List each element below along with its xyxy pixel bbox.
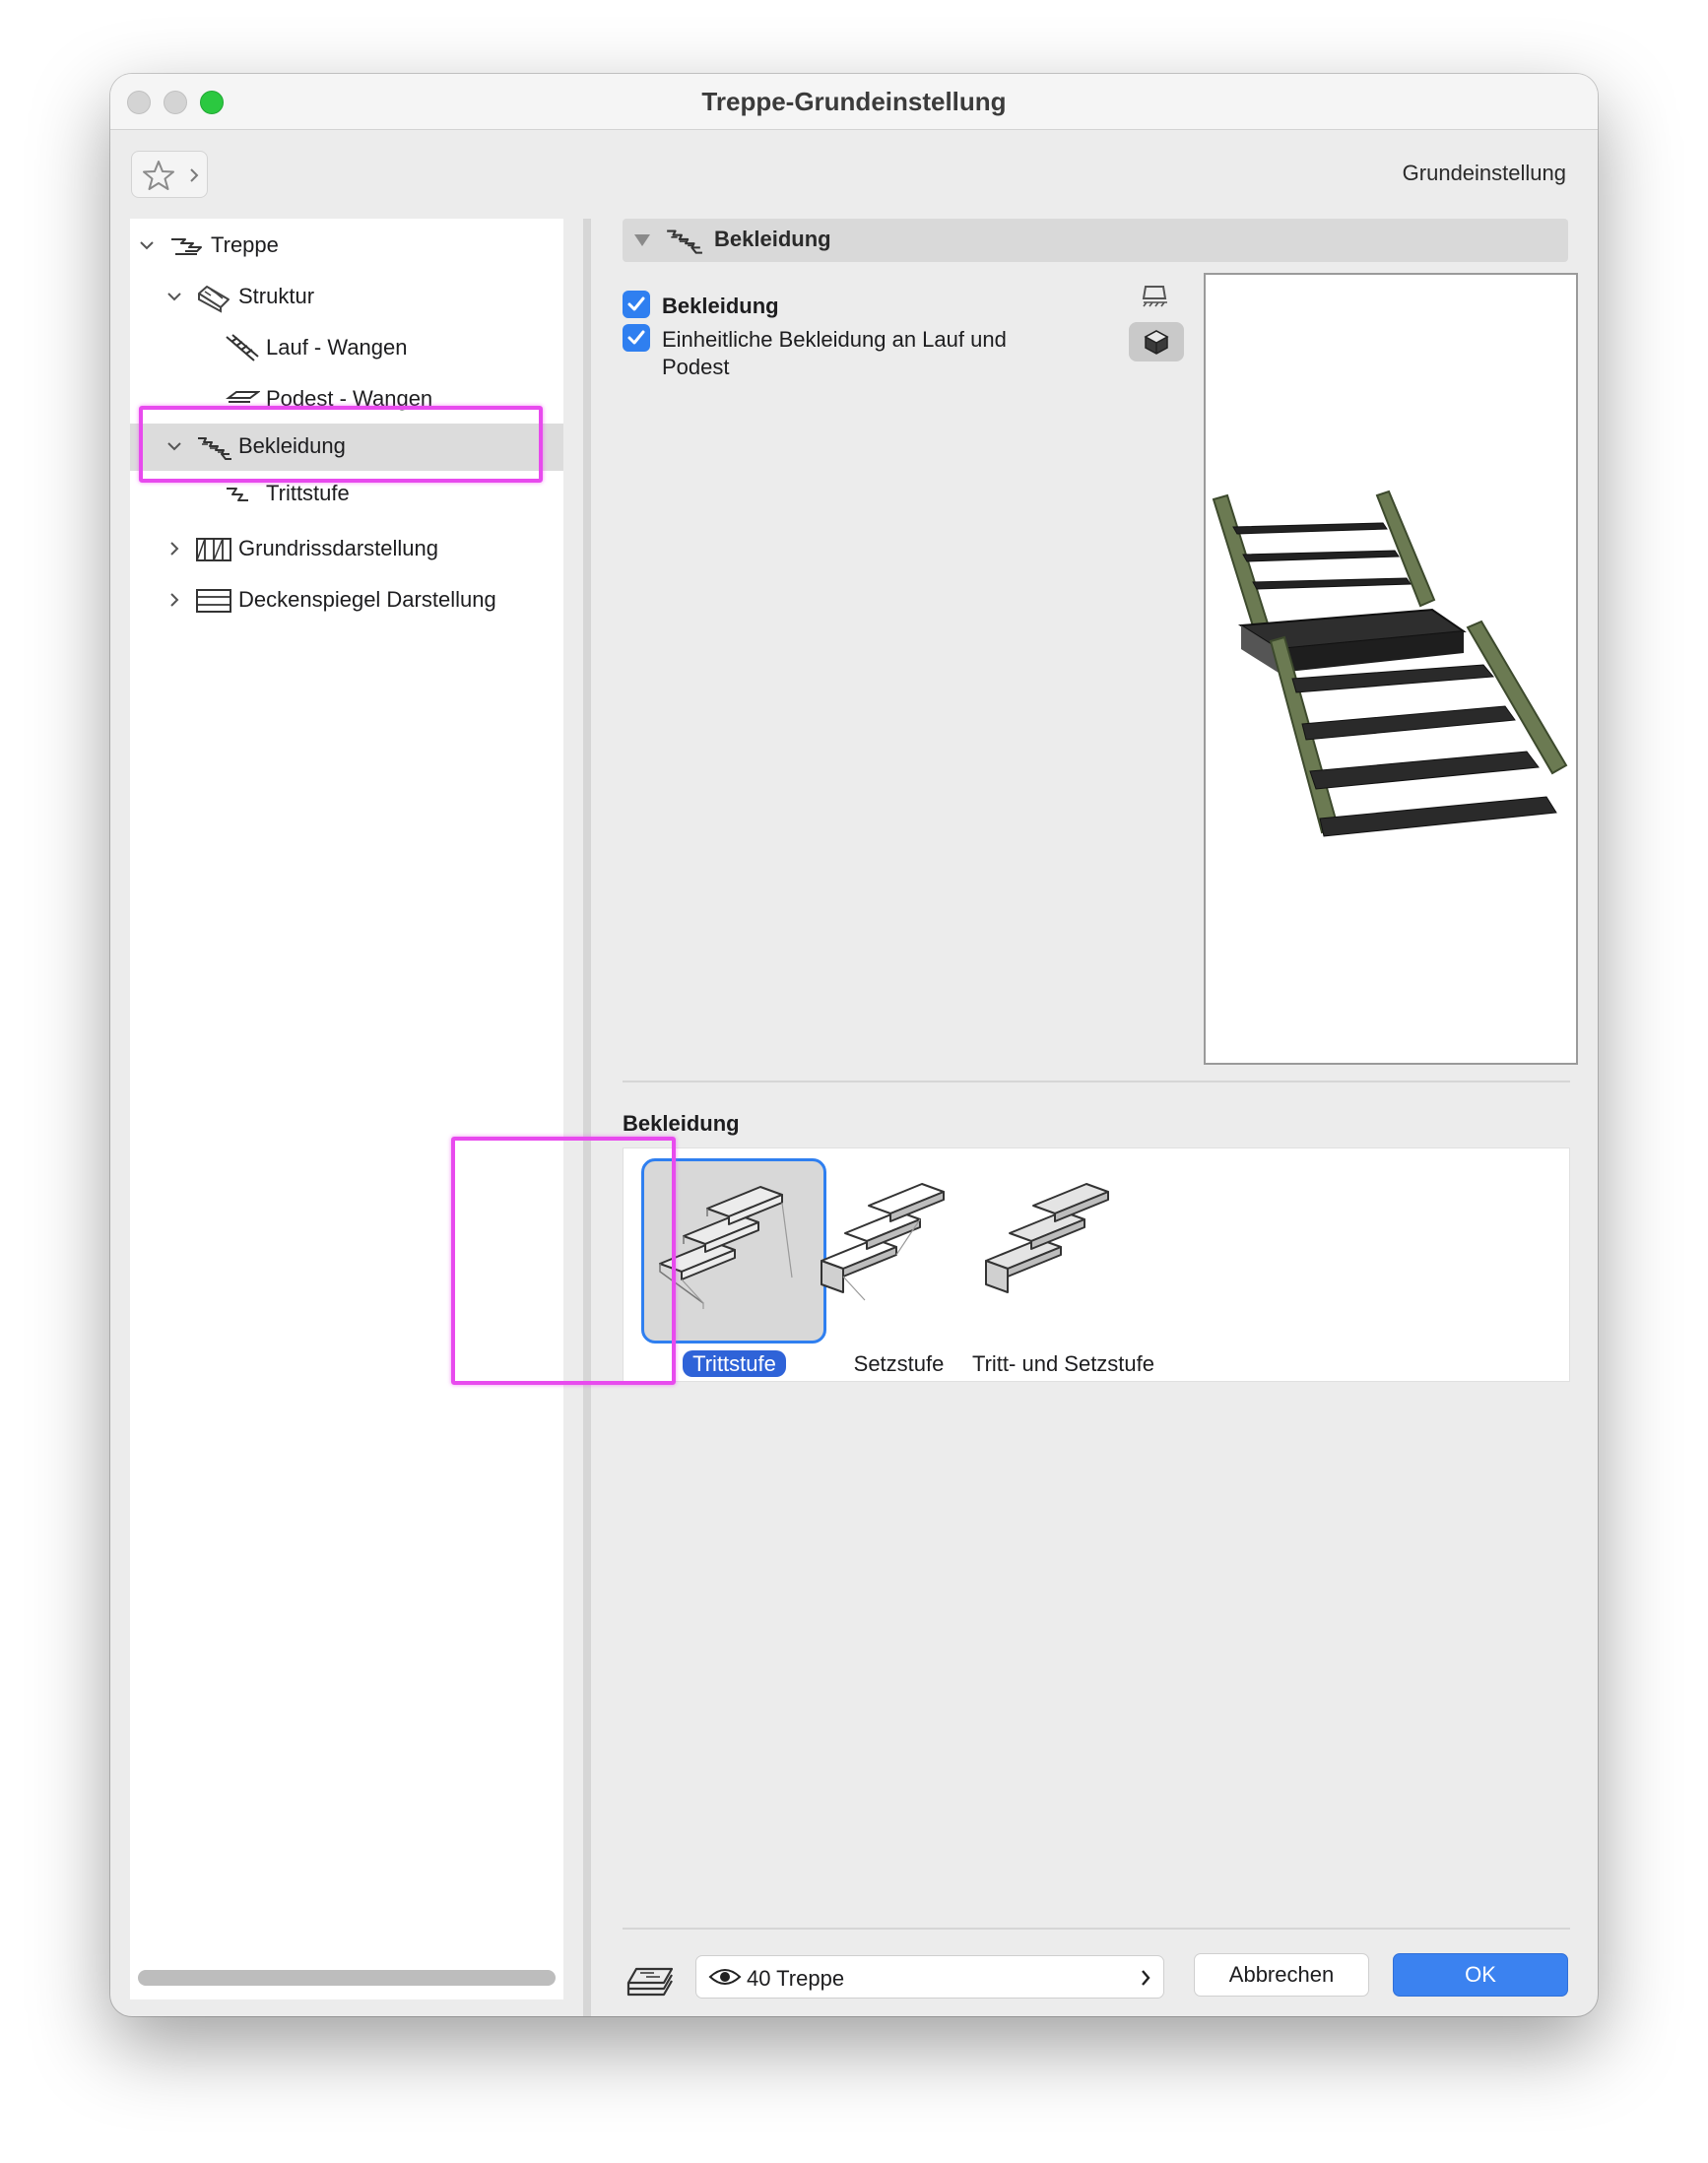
tree-item-label: Trittstufe bbox=[266, 481, 350, 505]
structure-icon bbox=[198, 286, 230, 313]
uniform-finish-label-line2: Podest bbox=[662, 355, 730, 379]
tree-item-deckenspiegel[interactable]: Deckenspiegel Darstellung bbox=[130, 577, 563, 624]
tree-horizontal-scrollbar[interactable] bbox=[138, 1970, 556, 1986]
chevron-down-icon[interactable] bbox=[164, 435, 185, 457]
chevron-right-icon[interactable] bbox=[164, 538, 185, 559]
landing-stringers-icon bbox=[226, 391, 260, 403]
chevron-down-icon[interactable] bbox=[164, 286, 185, 307]
tree-item-label: Bekleidung bbox=[238, 433, 346, 458]
finish-option-tritt-setzstufe[interactable]: Tritt- und Setzstufe bbox=[953, 1148, 1154, 1383]
checkmark-icon bbox=[627, 330, 645, 345]
section-title: Bekleidung bbox=[714, 227, 831, 251]
tree-item-label: Deckenspiegel Darstellung bbox=[238, 587, 496, 612]
finish-checkbox-label: Bekleidung bbox=[662, 294, 779, 318]
chevron-right-icon bbox=[190, 168, 199, 182]
tree-item-trittstufe[interactable]: Trittstufe bbox=[130, 471, 563, 518]
finish-option-label: Trittstufe bbox=[683, 1350, 786, 1377]
tread-icon bbox=[227, 488, 248, 501]
tree-item-podest-wangen[interactable]: Podest - Wangen bbox=[130, 376, 563, 424]
uniform-finish-label-line1: Einheitliche Bekleidung an Lauf und bbox=[662, 327, 1007, 352]
tree-item-label: Struktur bbox=[238, 284, 315, 308]
finish-icon bbox=[198, 437, 231, 460]
tree-item-label: Podest - Wangen bbox=[266, 386, 433, 411]
window-title: Treppe-Grundeinstellung bbox=[701, 87, 1007, 116]
chevron-right-icon[interactable] bbox=[164, 589, 185, 611]
layer-icon bbox=[626, 1967, 674, 1997]
3d-view-button[interactable] bbox=[1129, 322, 1184, 361]
checkmark-icon bbox=[627, 296, 645, 311]
settings-dialog: Treppe-Grundeinstellung Grundeinstellung… bbox=[110, 74, 1598, 2016]
floor-plan-icon bbox=[196, 538, 231, 561]
finish-checkbox-row[interactable]: Bekleidung bbox=[623, 291, 1076, 320]
uniform-finish-checkbox[interactable] bbox=[623, 324, 650, 352]
chevron-down-icon[interactable] bbox=[136, 234, 158, 256]
section-header-bekleidung[interactable]: Bekleidung bbox=[623, 219, 1568, 262]
finish-type-selector: Trittstufe Setzstufe Tritt- und Setzstuf… bbox=[623, 1147, 1570, 1382]
finish-type-group-label: Bekleidung bbox=[623, 1111, 740, 1136]
cube-icon bbox=[1144, 330, 1169, 355]
footer-divider bbox=[623, 1928, 1570, 1930]
pane-splitter[interactable] bbox=[583, 219, 591, 2016]
tree-item-label: Grundrissdarstellung bbox=[238, 536, 438, 560]
stair-3d-render bbox=[1212, 490, 1568, 837]
tree-item-treppe[interactable]: Treppe bbox=[130, 223, 563, 270]
finish-option-label: Setzstufe bbox=[853, 1351, 945, 1376]
eye-icon[interactable] bbox=[708, 1966, 742, 1988]
cancel-button[interactable]: Abbrechen bbox=[1194, 1953, 1369, 1997]
disclosure-triangle-icon[interactable] bbox=[632, 230, 652, 250]
finish-option-label: Tritt- und Setzstufe bbox=[971, 1351, 1155, 1376]
layer-value: 40 Treppe bbox=[747, 1966, 845, 1991]
stair-icon bbox=[171, 238, 202, 255]
ok-button[interactable]: OK bbox=[1393, 1953, 1568, 1997]
chevron-right-icon bbox=[1142, 1970, 1150, 1986]
tree-item-label: Treppe bbox=[211, 232, 279, 257]
star-icon bbox=[143, 161, 174, 190]
finish-icon bbox=[667, 229, 702, 254]
title-bar: Treppe-Grundeinstellung bbox=[110, 74, 1598, 130]
layer-selector[interactable]: 40 Treppe bbox=[695, 1955, 1164, 1999]
tree-item-grundrissdarstellung[interactable]: Grundrissdarstellung bbox=[130, 526, 563, 573]
tree-item-lauf-wangen[interactable]: Lauf - Wangen bbox=[130, 325, 563, 372]
tree-item-bekleidung[interactable]: Bekleidung bbox=[130, 424, 563, 471]
finish-checkbox[interactable] bbox=[623, 291, 650, 318]
uniform-finish-checkbox-row[interactable]: Einheitliche Bekleidung an Lauf und Pode… bbox=[623, 324, 1095, 383]
ceiling-plan-icon bbox=[196, 589, 231, 613]
stair-3d-preview[interactable] bbox=[1204, 273, 1578, 1065]
settings-tree: Treppe Struktur Lauf - Wangen Podest - W… bbox=[130, 219, 563, 1999]
flight-stringers-icon bbox=[226, 334, 259, 361]
section-divider bbox=[623, 1081, 1570, 1082]
preset-name: Grundeinstellung bbox=[1402, 161, 1566, 185]
tread-and-riser-icon bbox=[985, 1183, 1109, 1293]
floor-view-icon[interactable] bbox=[1141, 283, 1170, 308]
favorites-button[interactable] bbox=[131, 151, 208, 198]
tree-item-label: Lauf - Wangen bbox=[266, 335, 408, 360]
tree-item-struktur[interactable]: Struktur bbox=[130, 274, 563, 321]
